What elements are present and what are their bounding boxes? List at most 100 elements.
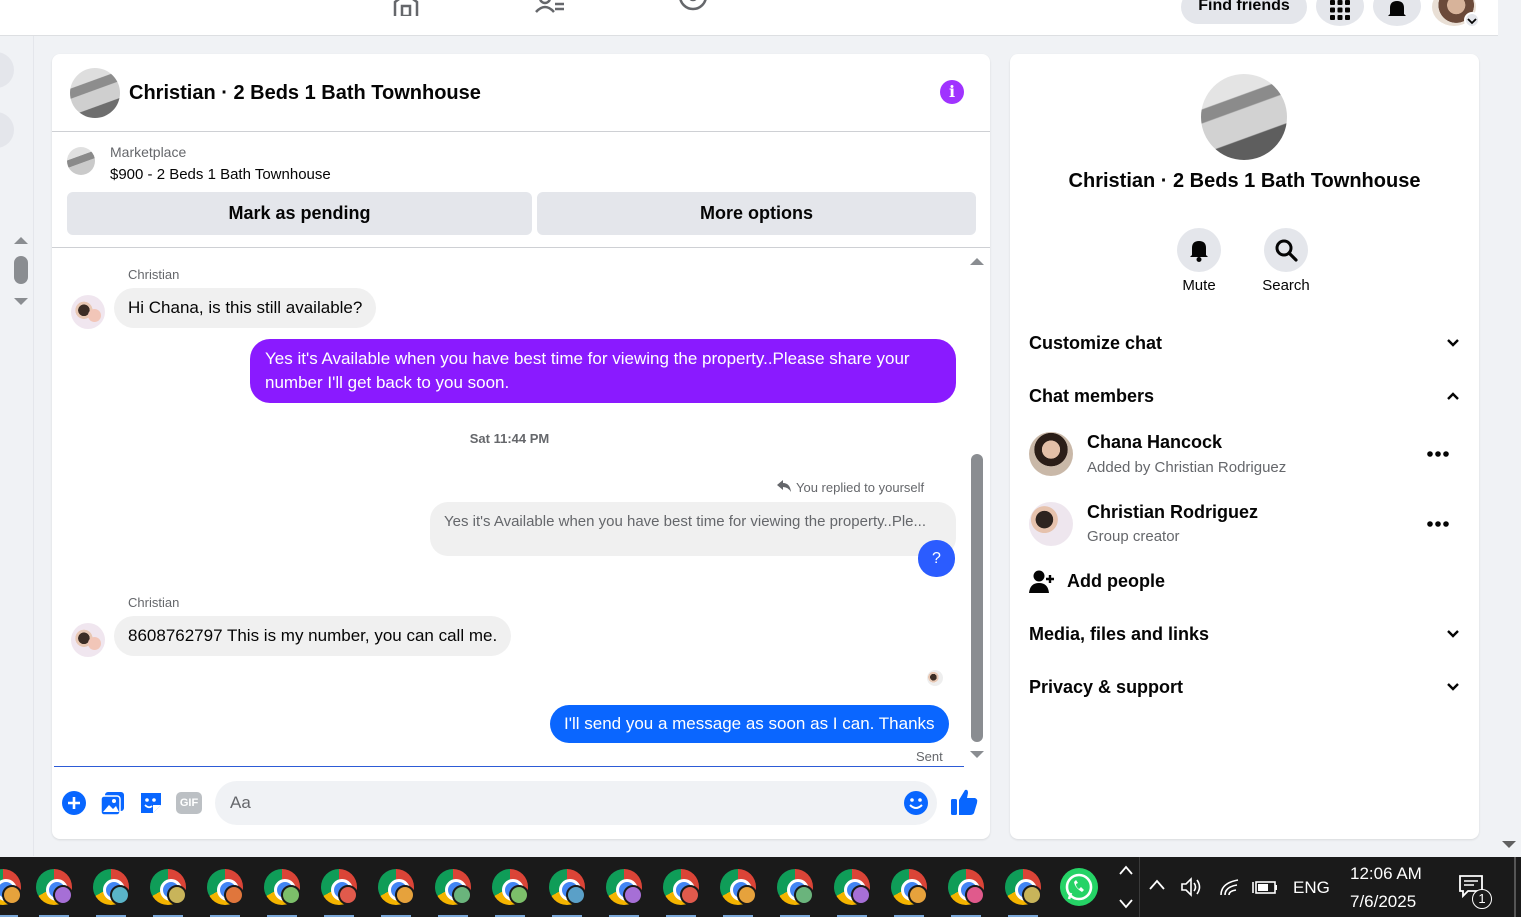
taskbar-scroll-up-icon[interactable]	[1118, 864, 1134, 876]
chrome-taskbar-app[interactable]	[774, 865, 816, 917]
message-input[interactable]	[215, 781, 937, 825]
chrome-taskbar-app[interactable]	[945, 865, 987, 917]
friends-icon[interactable]	[535, 0, 565, 16]
emoji-icon[interactable]	[903, 790, 929, 816]
show-desktop-divider[interactable]	[1514, 857, 1516, 917]
message-scrollbar-thumb[interactable]	[971, 454, 983, 742]
privacy-support-section[interactable]: Privacy & support	[1029, 673, 1461, 703]
quoted-message[interactable]: Yes it's Available when you have best ti…	[430, 502, 956, 556]
mute-button[interactable]	[1177, 228, 1221, 272]
chrome-taskbar-app[interactable]	[888, 865, 930, 917]
search-button[interactable]	[1264, 228, 1308, 272]
sender-name: Christian	[128, 267, 180, 282]
sidebar-collapsed-item[interactable]	[0, 112, 14, 148]
section-title: Media, files and links	[1029, 624, 1210, 644]
chat-members-section[interactable]: Chat members	[1029, 382, 1461, 412]
chrome-taskbar-app[interactable]	[717, 865, 759, 917]
more-options-icon[interactable]	[1426, 448, 1450, 460]
volume-icon[interactable]	[1180, 876, 1204, 898]
more-options-icon[interactable]	[1426, 518, 1450, 530]
gif-icon[interactable]: GIF	[176, 792, 202, 814]
outgoing-message[interactable]: Yes it's Available when you have best ti…	[250, 339, 956, 403]
outgoing-message[interactable]: I'll send you a message as soon as I can…	[550, 705, 949, 743]
mark-as-pending-button[interactable]: Mark as pending	[67, 192, 532, 235]
whatsapp-taskbar-app[interactable]	[1060, 868, 1098, 906]
scroll-down-arrow-icon[interactable]	[969, 750, 985, 760]
thumbs-up-icon[interactable]	[950, 787, 978, 817]
chevron-down-icon	[1464, 12, 1480, 28]
battery-icon[interactable]	[1252, 878, 1278, 896]
sticker-icon[interactable]	[138, 790, 164, 816]
customize-chat-section[interactable]: Customize chat	[1029, 329, 1461, 359]
chrome-taskbar-app[interactable]	[831, 865, 873, 917]
chrome-taskbar-app[interactable]	[0, 865, 24, 917]
chrome-taskbar-app[interactable]	[432, 865, 474, 917]
member-avatar[interactable]	[1029, 432, 1073, 476]
sender-name: Christian	[128, 595, 180, 610]
chrome-taskbar-app[interactable]	[489, 865, 531, 917]
photo-icon[interactable]	[100, 790, 126, 816]
listing-title[interactable]: $900 - 2 Beds 1 Bath Townhouse	[110, 166, 331, 183]
page-scroll-down-arrow-icon[interactable]	[1501, 840, 1517, 850]
chevron-down-icon	[1447, 339, 1459, 347]
chevron-up-icon[interactable]	[1148, 878, 1166, 892]
account-avatar[interactable]	[1432, 0, 1480, 28]
chrome-taskbar-app[interactable]	[318, 865, 360, 917]
sidebar-collapsed-item[interactable]	[0, 52, 14, 88]
conversation-avatar[interactable]	[70, 68, 120, 118]
search-label: Search	[1262, 277, 1310, 294]
plus-icon[interactable]	[61, 790, 87, 816]
chrome-taskbar-app[interactable]	[261, 865, 303, 917]
input-language[interactable]: ENG	[1293, 878, 1330, 898]
listing-thumbnail[interactable]	[67, 147, 95, 175]
add-people-button[interactable]: Add people	[1067, 571, 1165, 592]
chrome-taskbar-app[interactable]	[1002, 865, 1044, 917]
scroll-up-arrow-icon[interactable]	[969, 256, 985, 266]
left-scrollbar-thumb[interactable]	[14, 256, 28, 284]
media-files-links-section[interactable]: Media, files and links	[1029, 620, 1461, 650]
member-avatar[interactable]	[1029, 502, 1073, 546]
menu-button[interactable]	[1316, 0, 1364, 26]
message-timestamp: Sat 11:44 PM	[469, 431, 550, 446]
incoming-message[interactable]: Hi Chana, is this still available?	[114, 288, 377, 328]
profile-badge-icon	[224, 885, 244, 905]
incoming-message[interactable]: 8608762797 This is my number, you can ca…	[114, 616, 512, 656]
member-name[interactable]: Christian Rodriguez	[1087, 502, 1258, 523]
chrome-taskbar-app[interactable]	[33, 865, 75, 917]
groups-icon[interactable]	[678, 0, 708, 16]
info-icon[interactable]: i	[940, 80, 964, 104]
taskbar-scroll-down-icon[interactable]	[1118, 898, 1134, 910]
profile-badge-icon	[110, 885, 130, 905]
find-friends-button[interactable]: Find friends	[1181, 0, 1307, 24]
scroll-down-arrow-icon[interactable]	[13, 297, 29, 307]
clock-date[interactable]: 7/6/2025	[1350, 892, 1416, 912]
chrome-taskbar-app[interactable]	[90, 865, 132, 917]
member-role: Group creator	[1087, 528, 1180, 545]
network-icon[interactable]	[1218, 877, 1242, 897]
sender-avatar[interactable]	[71, 295, 105, 329]
clock-time[interactable]: 12:06 AM	[1350, 864, 1422, 884]
member-name[interactable]: Chana Hancock	[1087, 432, 1222, 453]
home-icon[interactable]	[391, 0, 421, 16]
notifications-button[interactable]	[1373, 0, 1421, 26]
sender-avatar[interactable]	[71, 623, 105, 657]
more-options-button[interactable]: More options	[537, 192, 976, 235]
chrome-taskbar-app[interactable]	[204, 865, 246, 917]
chrome-taskbar-app[interactable]	[147, 865, 189, 917]
outgoing-message[interactable]: ?	[918, 540, 955, 577]
chrome-taskbar-app[interactable]	[603, 865, 645, 917]
notification-count-badge: 1	[1472, 889, 1492, 909]
conversation-avatar[interactable]	[1201, 74, 1287, 160]
section-title: Customize chat	[1029, 333, 1163, 353]
chevron-down-icon	[1447, 683, 1459, 691]
chrome-taskbar-app[interactable]	[375, 865, 417, 917]
chrome-taskbar-app[interactable]	[546, 865, 588, 917]
scroll-up-arrow-icon[interactable]	[13, 235, 29, 245]
profile-badge-icon	[794, 885, 814, 905]
profile-badge-icon	[167, 885, 187, 905]
conversation-title[interactable]: Christian · 2 Beds 1 Bath Townhouse	[129, 82, 481, 105]
chrome-taskbar-app[interactable]	[660, 865, 702, 917]
profile-badge-icon	[509, 885, 529, 905]
marketplace-listing: Marketplace $900 - 2 Beds 1 Bath Townhou…	[52, 132, 990, 248]
add-person-icon[interactable]	[1029, 570, 1055, 594]
